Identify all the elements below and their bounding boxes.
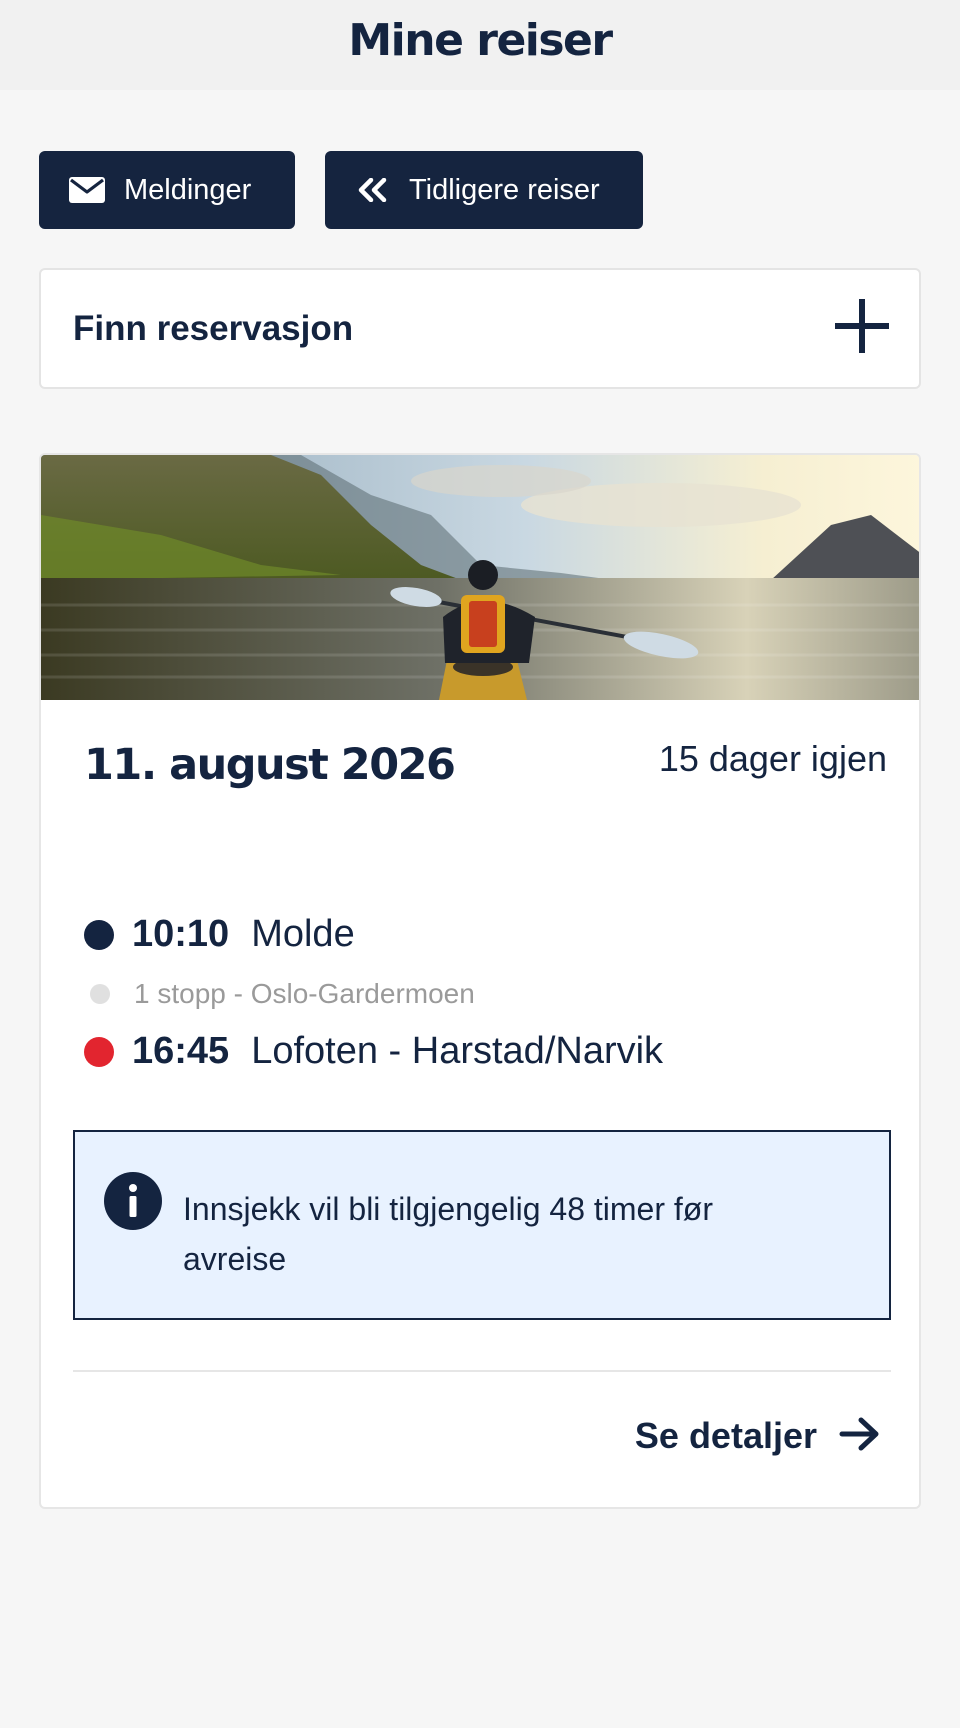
arrival-time: 16:45 <box>132 1030 230 1072</box>
find-reservation-label: Finn reservasjon <box>73 308 354 348</box>
top-bar: Mine reiser <box>0 0 960 90</box>
kayak-fjord-photo <box>41 455 919 700</box>
arrival-dot-icon <box>84 1036 114 1067</box>
previous-trips-button[interactable]: Tidligere reiser <box>325 151 643 229</box>
see-details-link[interactable]: Se detaljer <box>635 1415 881 1457</box>
stopover-row: 1 stopp - Oslo-Gardermoen <box>41 978 475 1010</box>
departure-place: Molde <box>251 913 355 955</box>
trip-date: 11. august 2026 <box>84 740 456 790</box>
info-icon <box>104 1172 162 1235</box>
arrival-row: 16:45 Lofoten - Harstad/Narvik <box>41 1030 663 1073</box>
see-details-label: Se detaljer <box>634 1415 817 1456</box>
find-reservation-toggle[interactable]: Finn reservasjon <box>39 268 921 389</box>
arrow-right-icon <box>839 1416 881 1457</box>
checkin-info-box: Innsjekk vil bli tilgjengelig 48 timer f… <box>73 1130 891 1320</box>
card-divider <box>73 1370 891 1372</box>
departure-dot-icon <box>84 919 114 950</box>
double-chevron-left-icon <box>357 178 387 202</box>
messages-button-label: Meldinger <box>124 173 252 206</box>
page-title: Mine reiser <box>348 14 613 66</box>
previous-trips-button-label: Tidligere reiser <box>409 173 600 206</box>
envelope-icon <box>69 177 105 203</box>
plus-icon[interactable] <box>835 299 889 358</box>
arrival-place: Lofoten - Harstad/Narvik <box>251 1030 664 1072</box>
stopover-dot-icon <box>90 984 110 1004</box>
departure-time: 10:10 <box>132 913 230 955</box>
days-remaining: 15 dager igjen <box>658 738 887 779</box>
stopover-text: 1 stopp - Oslo-Gardermoen <box>134 978 475 1009</box>
trip-card: 11. august 2026 15 dager igjen 10:10 Mol… <box>39 453 921 1509</box>
checkin-info-text: Innsjekk vil bli tilgjengelig 48 timer f… <box>183 1191 713 1277</box>
departure-row: 10:10 Molde <box>41 913 355 956</box>
messages-button[interactable]: Meldinger <box>39 151 295 229</box>
